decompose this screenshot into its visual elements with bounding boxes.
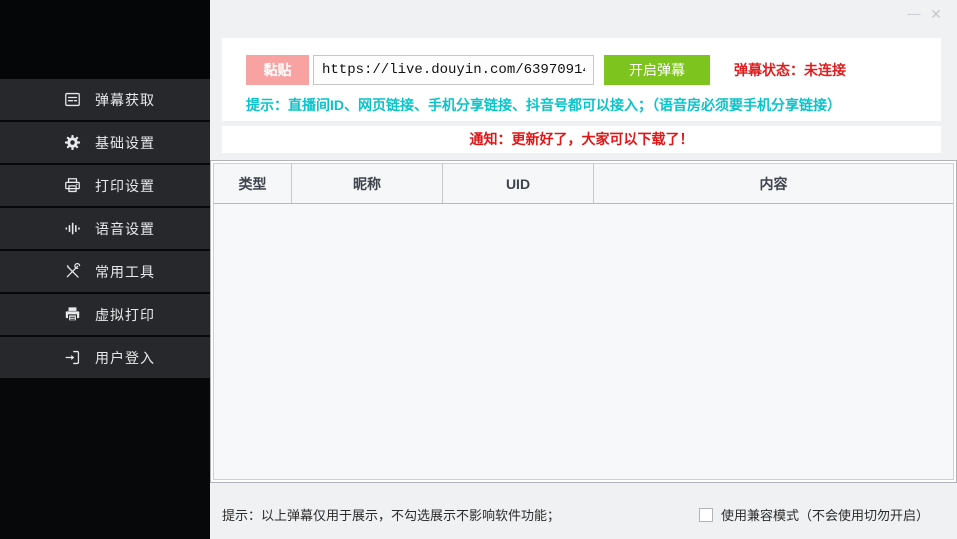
paste-button[interactable]: 黏贴 [246,55,309,85]
virtual-printer-icon [63,305,82,324]
printer-icon [63,176,82,195]
sidebar-logo-area [0,0,210,79]
danmu-table: 类型 昵称 UID 内容 [210,160,957,483]
table-header-uid: UID [443,164,594,203]
sidebar-item-label: 弹幕获取 [95,90,155,110]
sidebar-item-virtual-print[interactable]: 虚拟打印 [0,294,210,335]
app-window: 弹幕获取 基础设置 打印设置 语音设置 [0,0,957,539]
notice-bar: 通知：更新好了，大家可以下载了！ [222,126,941,153]
sidebar-nav: 弹幕获取 基础设置 打印设置 语音设置 [0,79,210,378]
titlebar[interactable]: — ✕ [210,0,957,28]
sidebar-item-danmu-capture[interactable]: 弹幕获取 [0,79,210,120]
minimize-button[interactable]: — [903,3,925,25]
live-url-input[interactable] [313,55,594,85]
danmu-status-text: 弹幕状态：未连接 [734,60,846,80]
danmu-table-inner: 类型 昵称 UID 内容 [213,163,954,480]
connect-panel: 黏贴 开启弹幕 弹幕状态：未连接 提示：直播间ID、网页链接、手机分享链接、抖音… [222,38,941,121]
close-button[interactable]: ✕ [925,3,947,25]
sidebar-item-label: 打印设置 [95,176,155,196]
sidebar-item-label: 常用工具 [95,262,155,282]
sidebar-item-label: 用户登入 [95,348,155,368]
footer-hint-text: 提示：以上弹幕仅用于展示，不勾选展示不影响软件功能； [222,505,560,524]
compat-mode-toggle[interactable]: 使用兼容模式（不会使用切勿开启） [699,505,929,524]
voice-wave-icon [63,219,82,238]
compat-mode-label: 使用兼容模式（不会使用切勿开启） [721,505,929,524]
main-area: — ✕ 黏贴 开启弹幕 弹幕状态：未连接 提示：直播间ID、网页链接、手机分享链… [210,0,957,539]
table-header-type: 类型 [214,164,292,203]
sidebar-item-basic-settings[interactable]: 基础设置 [0,122,210,163]
tools-icon [63,262,82,281]
danmu-list-icon [63,90,82,109]
sidebar-item-label: 虚拟打印 [95,305,155,325]
sidebar-item-user-login[interactable]: 用户登入 [0,337,210,378]
sidebar: 弹幕获取 基础设置 打印设置 语音设置 [0,0,210,539]
sidebar-item-label: 语音设置 [95,219,155,239]
footer: 提示：以上弹幕仅用于展示，不勾选展示不影响软件功能； 使用兼容模式（不会使用切勿… [210,505,957,524]
sidebar-item-voice-settings[interactable]: 语音设置 [0,208,210,249]
gear-icon [63,133,82,152]
connect-hint-text: 提示：直播间ID、网页链接、手机分享链接、抖音号都可以接入；（语音房必须要手机分… [246,95,941,115]
sidebar-item-label: 基础设置 [95,133,155,153]
compat-mode-checkbox[interactable] [699,508,713,522]
sidebar-item-print-settings[interactable]: 打印设置 [0,165,210,206]
login-icon [63,348,82,367]
sidebar-item-common-tools[interactable]: 常用工具 [0,251,210,292]
table-header-nickname: 昵称 [292,164,443,203]
table-body-empty[interactable] [214,204,953,479]
table-header-row: 类型 昵称 UID 内容 [214,164,953,204]
table-header-content: 内容 [594,164,953,203]
start-danmu-button[interactable]: 开启弹幕 [604,55,710,85]
